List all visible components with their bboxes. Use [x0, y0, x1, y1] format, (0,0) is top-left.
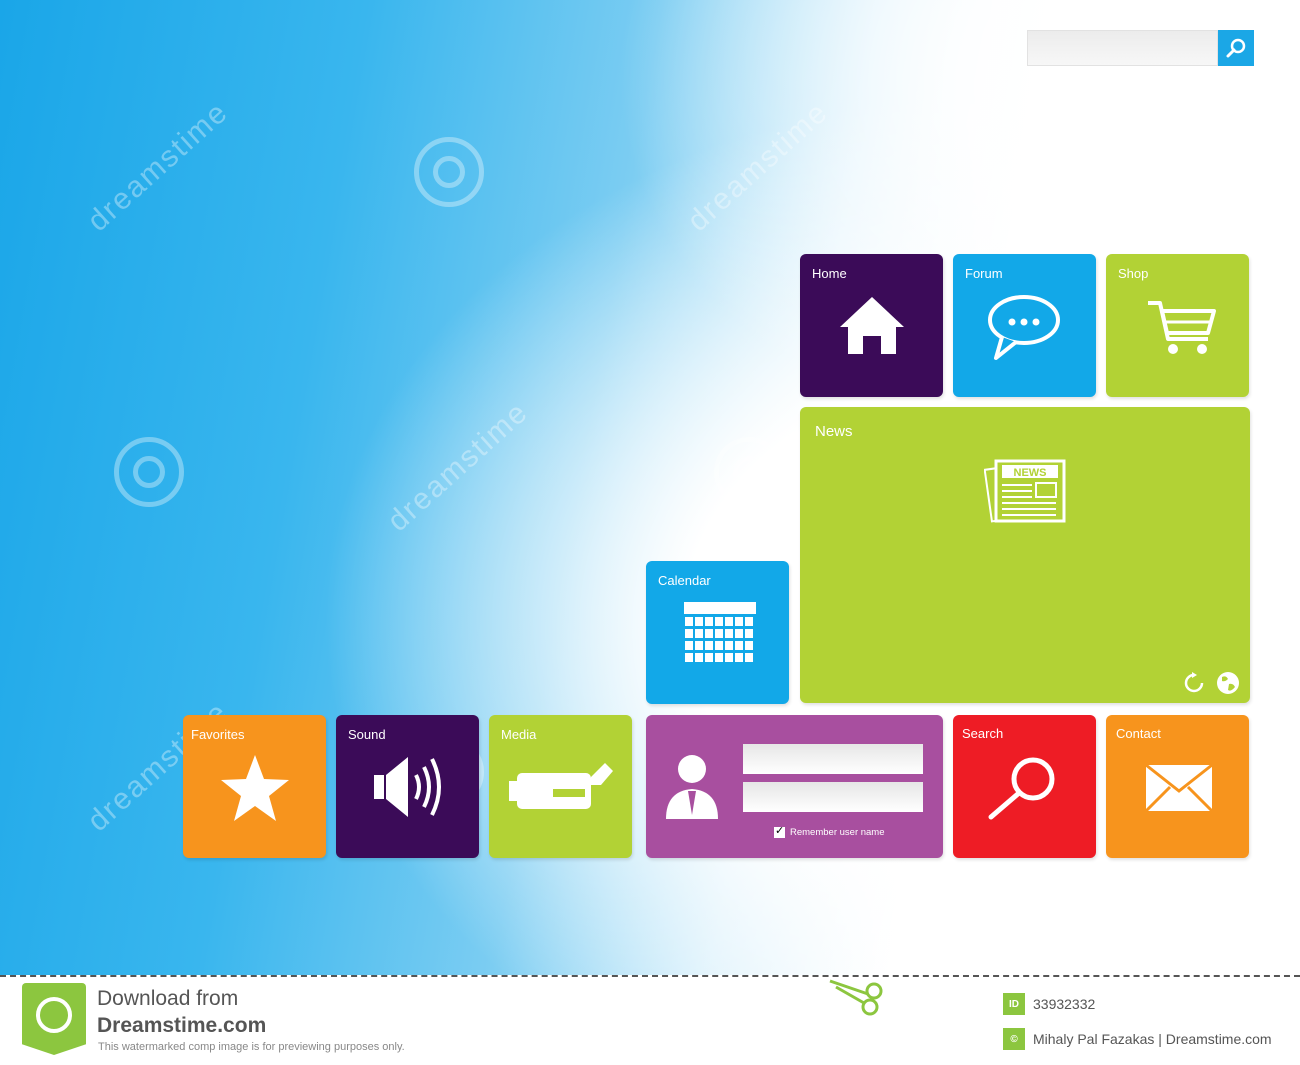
footer: Download from Dreamstime.com This waterm… — [0, 975, 1300, 1065]
watermark-text: dreamstime — [381, 395, 535, 539]
newspaper-icon-text: NEWS — [1014, 467, 1047, 479]
tile-label: Contact — [1116, 726, 1161, 741]
magnifier-icon — [988, 757, 1055, 820]
newspaper-icon: NEWS — [984, 459, 1066, 523]
tile-label: Shop — [1118, 266, 1149, 281]
tile-label: Calendar — [658, 573, 711, 588]
video-camera-icon — [509, 763, 613, 809]
dreamstime-logo-icon — [22, 983, 86, 1055]
image-id: 33932332 — [1033, 996, 1096, 1012]
id-badge: ID — [1003, 993, 1025, 1015]
tile-login: Remember user name — [646, 715, 943, 858]
tile-label: Home — [812, 266, 847, 281]
password-field[interactable] — [743, 782, 923, 812]
footer-download-text: Download from — [97, 987, 239, 1010]
calendar-icon — [684, 602, 756, 662]
tile-calendar[interactable]: Calendar — [646, 561, 789, 704]
tile-label: Media — [501, 727, 537, 742]
tile-sound[interactable]: Sound — [336, 715, 479, 858]
tile-search[interactable]: Search — [953, 715, 1096, 858]
tile-media[interactable]: Media — [489, 715, 632, 858]
page-background: dreamstime dreamstime dreamstime dreamst… — [0, 0, 1300, 975]
shopping-cart-icon — [1148, 301, 1216, 354]
watermark-text: dreamstime — [681, 95, 835, 239]
search-input[interactable] — [1027, 30, 1218, 66]
refresh-icon[interactable] — [1182, 671, 1206, 695]
globe-icon[interactable] — [1216, 671, 1240, 695]
home-icon — [840, 297, 904, 354]
tile-home[interactable]: Home — [800, 254, 943, 397]
speech-bubble-icon — [988, 295, 1060, 360]
tile-favorites[interactable]: Favorites — [183, 715, 326, 858]
tile-label: Forum — [965, 266, 1003, 281]
search-button[interactable] — [1218, 30, 1254, 66]
tile-label: News — [815, 423, 853, 440]
author-credit: Mihaly Pal Fazakas | Dreamstime.com — [1033, 1031, 1272, 1047]
watermark-spiral-icon — [414, 137, 484, 207]
username-field[interactable] — [743, 744, 923, 774]
footer-site-text: Dreamstime.com — [97, 1014, 267, 1037]
tile-label: Search — [962, 726, 1004, 741]
copyright-icon: © — [1003, 1028, 1025, 1050]
search-icon — [1226, 38, 1246, 58]
user-icon — [666, 755, 718, 819]
star-icon — [221, 755, 289, 821]
footer-note: This watermarked comp image is for previ… — [98, 1041, 405, 1053]
watermark-spiral-icon — [1014, 137, 1084, 207]
tile-news[interactable]: News NEWS — [800, 407, 1250, 703]
scissors-icon — [829, 979, 883, 1016]
watermark-text: dreamstime — [81, 95, 235, 239]
watermark-spiral-icon — [714, 437, 784, 507]
remember-label: Remember user name — [790, 827, 885, 838]
tile-label: Favorites — [191, 727, 245, 742]
tile-contact[interactable]: Contact — [1106, 715, 1249, 858]
tile-forum[interactable]: Forum — [953, 254, 1096, 397]
remember-checkbox[interactable]: Remember user name — [774, 824, 885, 838]
speaker-icon — [374, 757, 441, 817]
tile-shop[interactable]: Shop — [1106, 254, 1249, 397]
checkbox-icon[interactable] — [774, 824, 785, 838]
tile-label: Sound — [348, 727, 386, 742]
watermark-spiral-icon — [114, 437, 184, 507]
envelope-icon — [1144, 763, 1214, 813]
